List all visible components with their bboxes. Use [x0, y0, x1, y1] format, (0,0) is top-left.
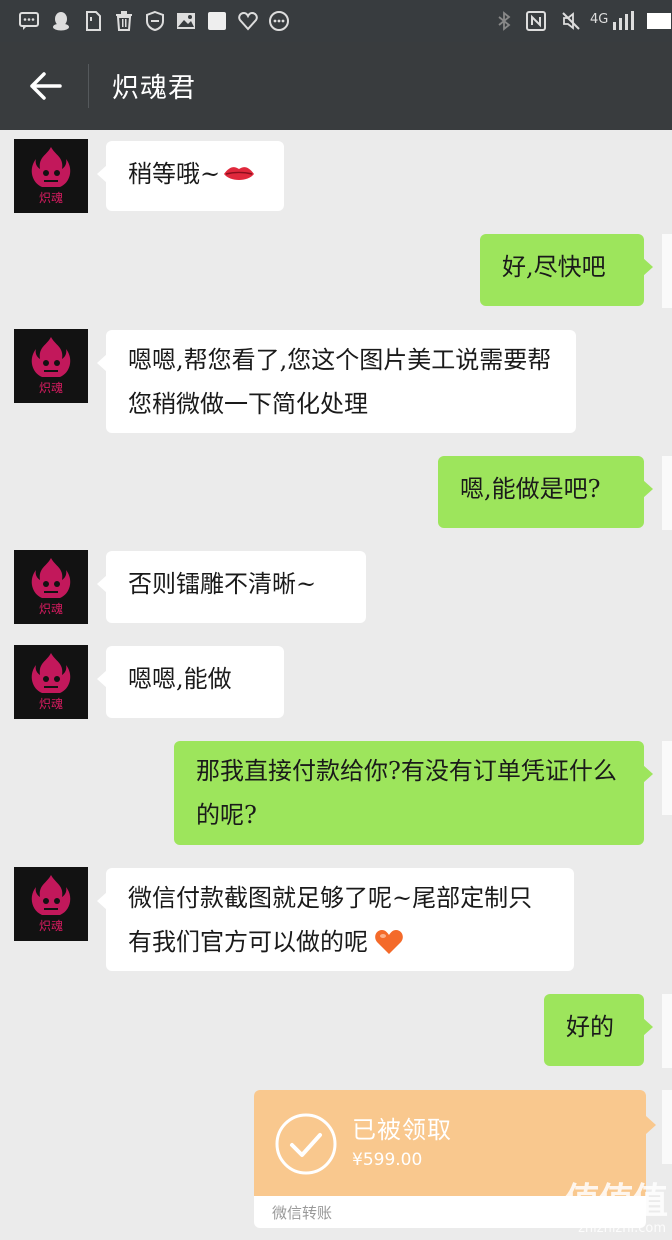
message-bubble-incoming[interactable]: 稍等哦~ — [97, 141, 284, 211]
watermark-url: zhizhizhi.com — [578, 1221, 666, 1236]
own-avatar-edge — [662, 1090, 672, 1164]
message-bubble-outgoing[interactable]: 好,尽快吧 — [480, 234, 653, 306]
own-avatar-edge — [662, 234, 672, 308]
message-bubble-incoming[interactable]: 否则镭雕不清晰~ — [97, 551, 366, 623]
heart-emoji-icon — [375, 930, 403, 954]
message-bubble-incoming[interactable]: 嗯嗯,能做 — [97, 646, 284, 718]
nfc-icon — [526, 11, 546, 31]
message-bubble-outgoing[interactable]: 嗯,能做是吧? — [438, 456, 653, 528]
message-icon — [19, 12, 39, 30]
shield-icon — [146, 10, 164, 32]
avatar-caption: 炽魂 — [38, 381, 63, 395]
contact-avatar[interactable]: 炽魂 — [14, 867, 88, 941]
sim-icon — [86, 11, 101, 31]
heart-icon — [238, 11, 258, 31]
mute-icon — [562, 12, 580, 30]
network-label: 4G — [590, 12, 609, 27]
transfer-amount: ¥599.00 — [352, 1150, 423, 1170]
own-avatar-edge — [662, 741, 672, 815]
message-bubble-incoming[interactable]: 嗯嗯,帮您看了,您这个图片美工说需要帮您稍微做一下简化处理 — [97, 330, 576, 433]
watermark-logo: 值值值 — [563, 1181, 668, 1222]
contact-avatar[interactable]: 炽魂 — [14, 329, 88, 403]
avatar-caption: 炽魂 — [38, 697, 63, 711]
image-icon — [177, 13, 195, 29]
message-bubble-outgoing[interactable]: 那我直接付款给你?有没有订单凭证什么的呢? — [174, 741, 653, 845]
chat-header: 炽魂君 — [0, 42, 672, 130]
check-circle-icon — [275, 1113, 337, 1175]
more-icon — [269, 11, 289, 31]
bluetooth-icon — [498, 11, 511, 31]
back-arrow-icon[interactable] — [28, 70, 62, 102]
status-bar: 4G — [0, 0, 672, 42]
transfer-status: 已被领取 — [352, 1116, 452, 1144]
watermark: 值值值 zhizhizhi.com — [563, 1181, 668, 1237]
transfer-label: 微信转账 — [272, 1204, 333, 1222]
header-divider — [88, 64, 89, 108]
transfer-caret — [646, 1116, 656, 1134]
signal-icon — [613, 11, 634, 30]
square-icon — [208, 12, 226, 30]
message-bubble-outgoing[interactable]: 好的 — [544, 994, 653, 1066]
own-avatar-edge — [662, 994, 672, 1068]
trash-icon — [116, 11, 132, 31]
contact-avatar[interactable]: 炽魂 — [14, 139, 88, 213]
avatar-caption: 炽魂 — [38, 602, 63, 616]
avatar-caption: 炽魂 — [38, 919, 63, 933]
own-avatar-edge — [662, 456, 672, 530]
avatar-caption: 炽魂 — [38, 191, 63, 205]
message-bubble-incoming[interactable]: 微信付款截图就足够了呢~尾部定制只有我们官方可以做的呢 — [97, 868, 574, 971]
lips-emoji-icon — [224, 167, 255, 180]
contact-avatar[interactable]: 炽魂 — [14, 550, 88, 624]
qq-icon — [53, 12, 69, 31]
battery-icon — [647, 13, 671, 29]
contact-name: 炽魂君 — [112, 73, 196, 104]
contact-avatar[interactable]: 炽魂 — [14, 645, 88, 719]
